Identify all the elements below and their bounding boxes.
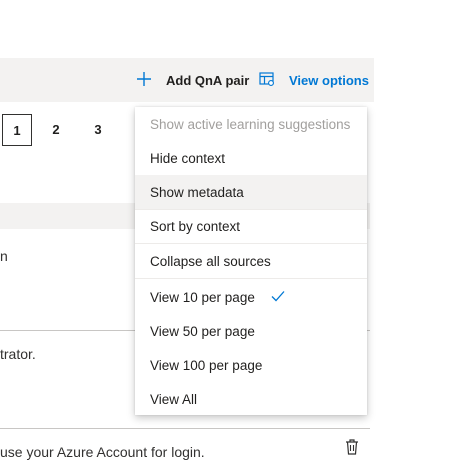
menu-item-label: View 100 per page	[150, 357, 263, 373]
menu-item-show-active-learning: Show active learning suggestions	[135, 107, 367, 141]
menu-item-label: Show active learning suggestions	[150, 116, 351, 132]
menu-item-view-all[interactable]: View All	[135, 382, 367, 416]
menu-item-label: View 50 per page	[150, 323, 255, 339]
row-text-fragment: n	[0, 248, 8, 264]
view-options-icon	[259, 71, 275, 90]
page-button-1[interactable]: 1	[2, 114, 32, 146]
add-qna-pair-button[interactable]: Add QnA pair	[136, 58, 249, 102]
menu-item-show-metadata[interactable]: Show metadata	[135, 175, 367, 209]
menu-item-view-50-per-page[interactable]: View 50 per page	[135, 314, 367, 348]
menu-divider	[135, 278, 367, 279]
view-options-menu: Show active learning suggestions Hide co…	[135, 107, 367, 415]
row-text-fragment-2: trator.	[0, 346, 36, 362]
menu-item-view-10-per-page[interactable]: View 10 per page	[135, 280, 367, 314]
menu-item-label: Hide context	[150, 150, 226, 166]
plus-icon	[136, 69, 152, 91]
trash-icon[interactable]	[344, 438, 360, 461]
row-divider-2	[0, 428, 370, 429]
page-button-3[interactable]: 3	[84, 114, 112, 144]
view-options-button[interactable]: View options	[259, 58, 369, 102]
menu-item-label: Sort by context	[150, 218, 241, 234]
checkmark-icon	[271, 290, 285, 305]
menu-item-sort-by-context[interactable]: Sort by context	[135, 209, 367, 243]
menu-item-label: Collapse all sources	[150, 253, 271, 269]
view-options-label: View options	[289, 72, 369, 88]
menu-item-label: View 10 per page	[150, 289, 255, 305]
add-qna-pair-label: Add QnA pair	[166, 72, 250, 88]
menu-item-label: Show metadata	[150, 184, 244, 200]
menu-item-hide-context[interactable]: Hide context	[135, 141, 367, 175]
row-text-fragment-3: use your Azure Account for login.	[0, 444, 205, 460]
menu-item-label: View All	[150, 391, 198, 407]
menu-item-collapse-all-sources[interactable]: Collapse all sources	[135, 244, 367, 278]
command-bar: Add QnA pair View options	[0, 58, 374, 102]
page-button-2[interactable]: 2	[42, 114, 70, 144]
menu-item-view-100-per-page[interactable]: View 100 per page	[135, 348, 367, 382]
